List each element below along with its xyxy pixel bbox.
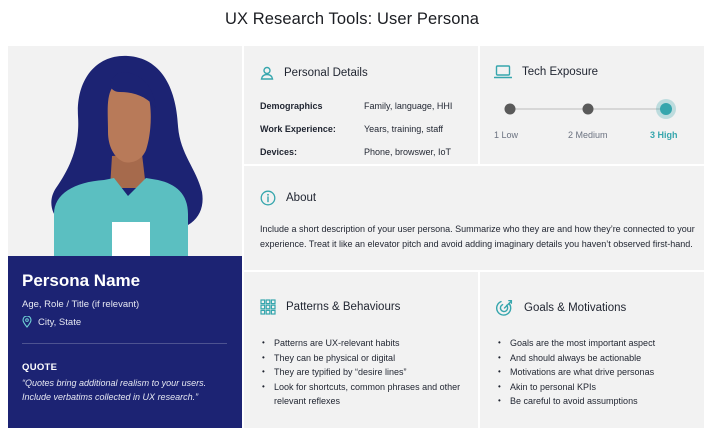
list-item: They are typified by “desire lines”: [260, 365, 470, 380]
persona-board: Persona Name Age, Role / Title (if relev…: [8, 46, 704, 428]
persona-column: Persona Name Age, Role / Title (if relev…: [8, 46, 242, 428]
page-title: UX Research Tools: User Persona: [224, 10, 480, 28]
profile-divider: [22, 343, 227, 344]
tech-exposure-title: Tech Exposure: [522, 66, 599, 78]
list-item: And should always be actionable: [496, 351, 696, 366]
personal-details-section: Personal Details Demographics Family, la…: [244, 46, 478, 164]
list-item: Be careful to avoid assumptions: [496, 394, 696, 409]
about-text: Include a short description of your user…: [260, 224, 695, 250]
persona-avatar: [8, 46, 242, 256]
persona-quote: “Quotes bring additional realism to your…: [22, 378, 207, 402]
detail-label: Demographics: [260, 101, 323, 111]
detail-value: Years, training, staff: [364, 124, 444, 134]
patterns-list: Patterns are UX-relevant habits They can…: [260, 336, 470, 409]
goals-header: Goals & Motivations: [496, 299, 626, 317]
personal-details-header: Personal Details: [260, 66, 368, 80]
laptop-icon: [494, 65, 512, 79]
scale-dot-medium: [582, 103, 594, 115]
goals-section: Goals & Motivations Goals are the most i…: [480, 272, 704, 428]
patterns-header: Patterns & Behaviours: [260, 299, 400, 315]
persona-location: City, State: [22, 316, 81, 328]
tech-exposure-header: Tech Exposure: [494, 65, 598, 79]
detail-label: Work Experience:: [260, 124, 336, 134]
scale-dot-low: [504, 103, 516, 115]
patterns-title: Patterns & Behaviours: [286, 301, 401, 313]
about-header: About: [260, 190, 316, 206]
persona-illustration: [51, 55, 203, 256]
tech-level-high: 3 High: [650, 130, 678, 140]
list-item: Motivations are what drive personas: [496, 365, 696, 380]
list-item: They can be physical or digital: [260, 351, 470, 366]
tech-exposure-section: Tech Exposure 1 Low 2 Medium 3 High: [480, 46, 704, 164]
goals-list: Goals are the most important aspect And …: [496, 336, 696, 409]
tech-level-medium: 2 Medium: [568, 130, 608, 140]
persona-name: Persona Name: [22, 271, 141, 290]
list-item: Goals are the most important aspect: [496, 336, 696, 351]
quote-label: QUOTE: [22, 362, 58, 373]
list-item: Akin to personal KPIs: [496, 380, 696, 395]
about-section: About Include a short description of you…: [244, 166, 704, 270]
tech-level-low: 1 Low: [494, 130, 519, 140]
grid-icon: [260, 299, 276, 315]
detail-value: Family, language, HHI: [364, 101, 453, 111]
detail-label: Devices:: [260, 147, 298, 157]
location-pin-icon: [22, 316, 32, 328]
personal-details-title: Personal Details: [284, 67, 368, 79]
detail-value: Phone, browswer, IoT: [364, 147, 452, 157]
info-icon: [260, 190, 276, 206]
about-title: About: [286, 192, 317, 204]
scale-dot-high: [660, 103, 672, 115]
tech-exposure-scale: [504, 99, 676, 119]
persona-location-text: City, State: [38, 316, 82, 328]
goals-title: Goals & Motivations: [524, 302, 627, 314]
patterns-section: Patterns & Behaviours Patterns are UX-re…: [244, 272, 478, 428]
user-icon: [260, 66, 274, 80]
list-item: Patterns are UX-relevant habits: [260, 336, 470, 351]
target-icon: [496, 299, 514, 317]
persona-role: Age, Role / Title (if relevant): [22, 299, 140, 310]
list-item: Look for shortcuts, common phrases and o…: [260, 380, 470, 409]
profile-card: Persona Name Age, Role / Title (if relev…: [8, 256, 242, 428]
